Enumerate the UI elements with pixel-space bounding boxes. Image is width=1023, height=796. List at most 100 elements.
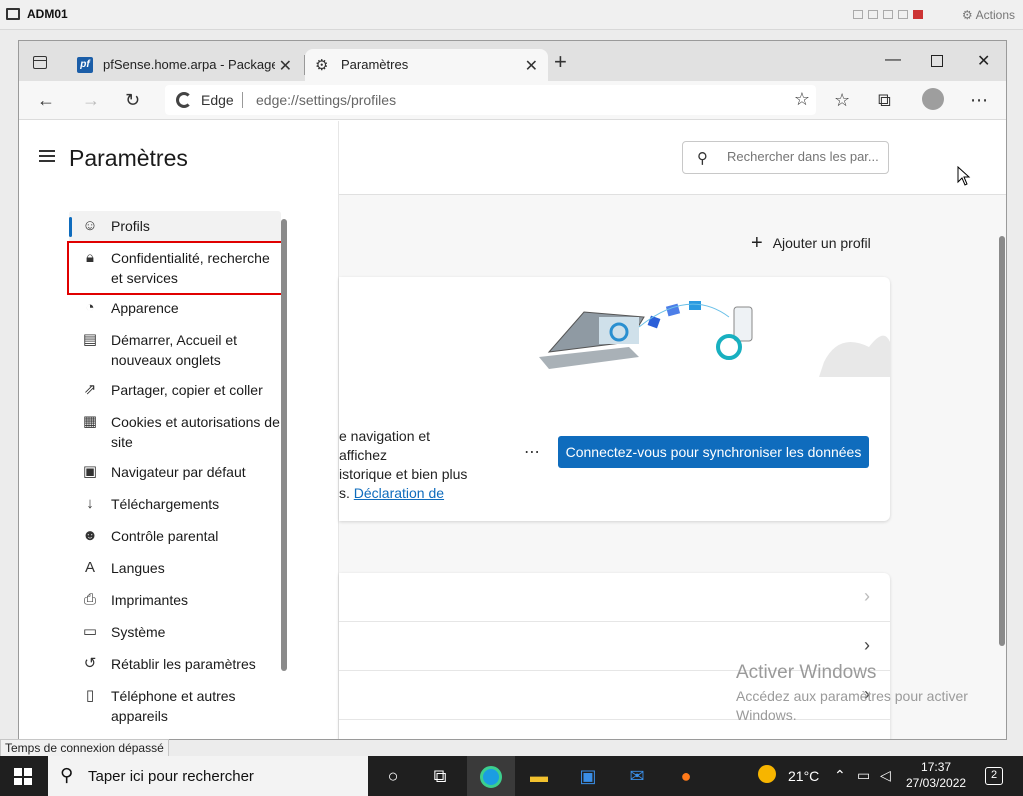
- vm-title-bar: ADM01 ⚙ Actions: [0, 0, 1023, 30]
- sidebar-item-downloads[interactable]: ↓ Téléchargements: [69, 489, 281, 521]
- sync-signin-button[interactable]: Connectez-vous pour synchroniser les don…: [558, 436, 869, 468]
- maximize-button[interactable]: [931, 55, 943, 67]
- settings-search[interactable]: ⚲: [682, 141, 889, 174]
- new-tab-button[interactable]: +: [554, 51, 567, 73]
- vm-control-icon[interactable]: [883, 10, 893, 19]
- mail-icon[interactable]: ✉: [624, 764, 650, 790]
- clock-date: 27/03/2022: [906, 776, 967, 790]
- sidebar-item-default-browser[interactable]: ▣ Navigateur par défaut: [69, 457, 281, 489]
- search-icon: ⚲: [60, 765, 74, 785]
- lock-icon: 🔒︎: [86, 249, 94, 266]
- task-view-icon[interactable]: ⧉: [427, 764, 453, 790]
- collections-icon[interactable]: ⧉: [878, 90, 891, 110]
- address-bar[interactable]: Edge edge://settings/profiles ☆: [165, 85, 816, 115]
- sidebar-item-privacy[interactable]: 🔒︎ Confidentialité, recherche et service…: [67, 241, 283, 295]
- watermark-line: Accédez aux paramètres pour activer: [736, 688, 968, 704]
- sidebar-item-share[interactable]: ⇗ Partager, copier et coller: [69, 375, 281, 407]
- sync-text-line: istorique et bien plus: [339, 466, 468, 482]
- file-explorer-icon[interactable]: ▬: [526, 764, 552, 790]
- gear-icon: ⚙: [315, 57, 329, 74]
- tab-actions-icon[interactable]: [33, 56, 47, 69]
- sidebar-item-phone[interactable]: ▯ Téléphone et autres appareils: [69, 681, 281, 731]
- reset-icon: ↺: [83, 655, 97, 672]
- refresh-icon[interactable]: ↻: [125, 90, 140, 110]
- back-arrow-icon[interactable]: ←: [37, 90, 55, 110]
- settings-nav: ☺ Profils 🔒︎ Confidentialité, recherche …: [67, 211, 283, 731]
- sidebar-item-label: Imprimantes: [111, 592, 189, 608]
- sync-illustration: [539, 301, 890, 377]
- notification-center-icon[interactable]: 2: [985, 767, 1003, 785]
- more-options-icon[interactable]: ⋯: [970, 90, 988, 110]
- store-icon[interactable]: ▣: [575, 764, 601, 790]
- gear-icon: ⚙: [961, 8, 973, 22]
- sidebar-item-family[interactable]: ☻ Contrôle parental: [69, 521, 281, 553]
- sidebar-item-label: Partager, copier et coller: [111, 382, 263, 398]
- sidebar-item-label: Téléphone et autres appareils: [111, 688, 236, 724]
- main-scrollbar[interactable]: [999, 236, 1005, 646]
- vm-title: ADM01: [27, 7, 68, 21]
- phone-icon: ▯: [85, 687, 95, 704]
- sidebar-item-label: Téléchargements: [111, 496, 220, 512]
- url-text[interactable]: edge://settings/profiles: [256, 92, 396, 108]
- windows-start-icon[interactable]: [14, 768, 32, 785]
- forward-arrow-icon[interactable]: →: [82, 90, 100, 110]
- clock-time: 17:37: [921, 760, 952, 774]
- privacy-statement-link[interactable]: Déclaration de: [354, 485, 444, 501]
- favorites-icon[interactable]: ☆: [834, 90, 850, 110]
- weather-temperature[interactable]: 21°C: [788, 768, 819, 784]
- home-tabs-icon: ▤: [82, 331, 98, 348]
- more-options-icon[interactable]: ⋯: [524, 442, 540, 462]
- watermark-title: Activer Windows: [736, 662, 877, 683]
- vm-toolbar-controls[interactable]: [853, 10, 923, 19]
- browser-toolbar: ← → ↻ Edge edge://settings/profiles ☆ ☆ …: [19, 81, 1006, 120]
- sidebar-item-profiles[interactable]: ☺ Profils: [69, 211, 281, 243]
- tab-pfsense[interactable]: pf pfSense.home.arpa - Package: Pr ✕: [67, 49, 302, 81]
- vm-actions-button[interactable]: ⚙ Actions: [962, 8, 1015, 22]
- edge-taskbar-icon[interactable]: [467, 756, 515, 796]
- mouse-cursor-icon: [957, 166, 971, 186]
- search-input[interactable]: [727, 149, 883, 164]
- profile-avatar[interactable]: [922, 88, 944, 110]
- firefox-icon[interactable]: ●: [673, 764, 699, 790]
- weather-icon[interactable]: [758, 765, 776, 786]
- hamburger-menu-icon[interactable]: [39, 150, 55, 162]
- close-window-button[interactable]: ✕: [977, 51, 990, 71]
- close-tab-icon[interactable]: ✕: [525, 56, 538, 76]
- sidebar-item-languages[interactable]: A Langues: [69, 553, 281, 585]
- tab-settings[interactable]: ⚙ Paramètres ✕: [305, 49, 548, 81]
- sidebar-item-reset[interactable]: ↺ Rétablir les paramètres: [69, 649, 281, 681]
- cortana-icon[interactable]: ○: [380, 764, 406, 790]
- tab-label: pfSense.home.arpa - Package: Pr: [103, 57, 275, 72]
- printer-icon: ⎙: [83, 591, 96, 608]
- vm-actions-label: Actions: [975, 8, 1015, 22]
- network-icon[interactable]: ▭: [857, 767, 870, 784]
- sidebar-item-start-home[interactable]: ▤ Démarrer, Accueil et nouveaux onglets: [69, 325, 281, 375]
- chevron-up-icon[interactable]: ⌃: [834, 767, 846, 784]
- edge-logo-icon: [176, 92, 192, 108]
- edge-window: pf pfSense.home.arpa - Package: Pr ✕ ⚙ P…: [18, 40, 1007, 740]
- vm-control-icon[interactable]: [868, 10, 878, 19]
- sidebar-scrollbar[interactable]: [281, 219, 287, 671]
- taskbar-search[interactable]: ⚲ Taper ici pour rechercher: [48, 756, 368, 796]
- sidebar-item-system[interactable]: ▭ Système: [69, 617, 281, 649]
- sidebar-item-label: Cookies et autorisations de site: [111, 414, 280, 450]
- sidebar-item-appearance[interactable]: ◔ Apparence: [69, 293, 281, 325]
- minimize-button[interactable]: —: [885, 51, 901, 69]
- plus-icon: +: [751, 232, 763, 254]
- sidebar-item-cookies[interactable]: ▦ Cookies et autorisations de site: [69, 407, 281, 457]
- sidebar-item-label: Confidentialité, recherche et services: [111, 250, 270, 286]
- vm-control-icon[interactable]: [898, 10, 908, 19]
- family-icon: ☻: [82, 527, 98, 544]
- sidebar-item-printers[interactable]: ⎙ Imprimantes: [69, 585, 281, 617]
- add-favorite-icon[interactable]: ☆: [794, 89, 810, 110]
- chevron-right-icon: ›: [864, 635, 870, 655]
- system-clock[interactable]: 17:37 27/03/2022: [906, 759, 966, 791]
- cookies-icon: ▦: [82, 413, 98, 430]
- chevron-right-icon: ›: [864, 733, 870, 739]
- close-tab-icon[interactable]: ✕: [279, 56, 292, 76]
- add-profile-button[interactable]: + Ajouter un profil: [751, 232, 871, 254]
- list-item[interactable]: ›: [339, 573, 890, 622]
- search-icon: ⚲: [697, 150, 708, 167]
- vm-control-icon[interactable]: [853, 10, 863, 19]
- volume-muted-icon[interactable]: ◁: [880, 767, 891, 784]
